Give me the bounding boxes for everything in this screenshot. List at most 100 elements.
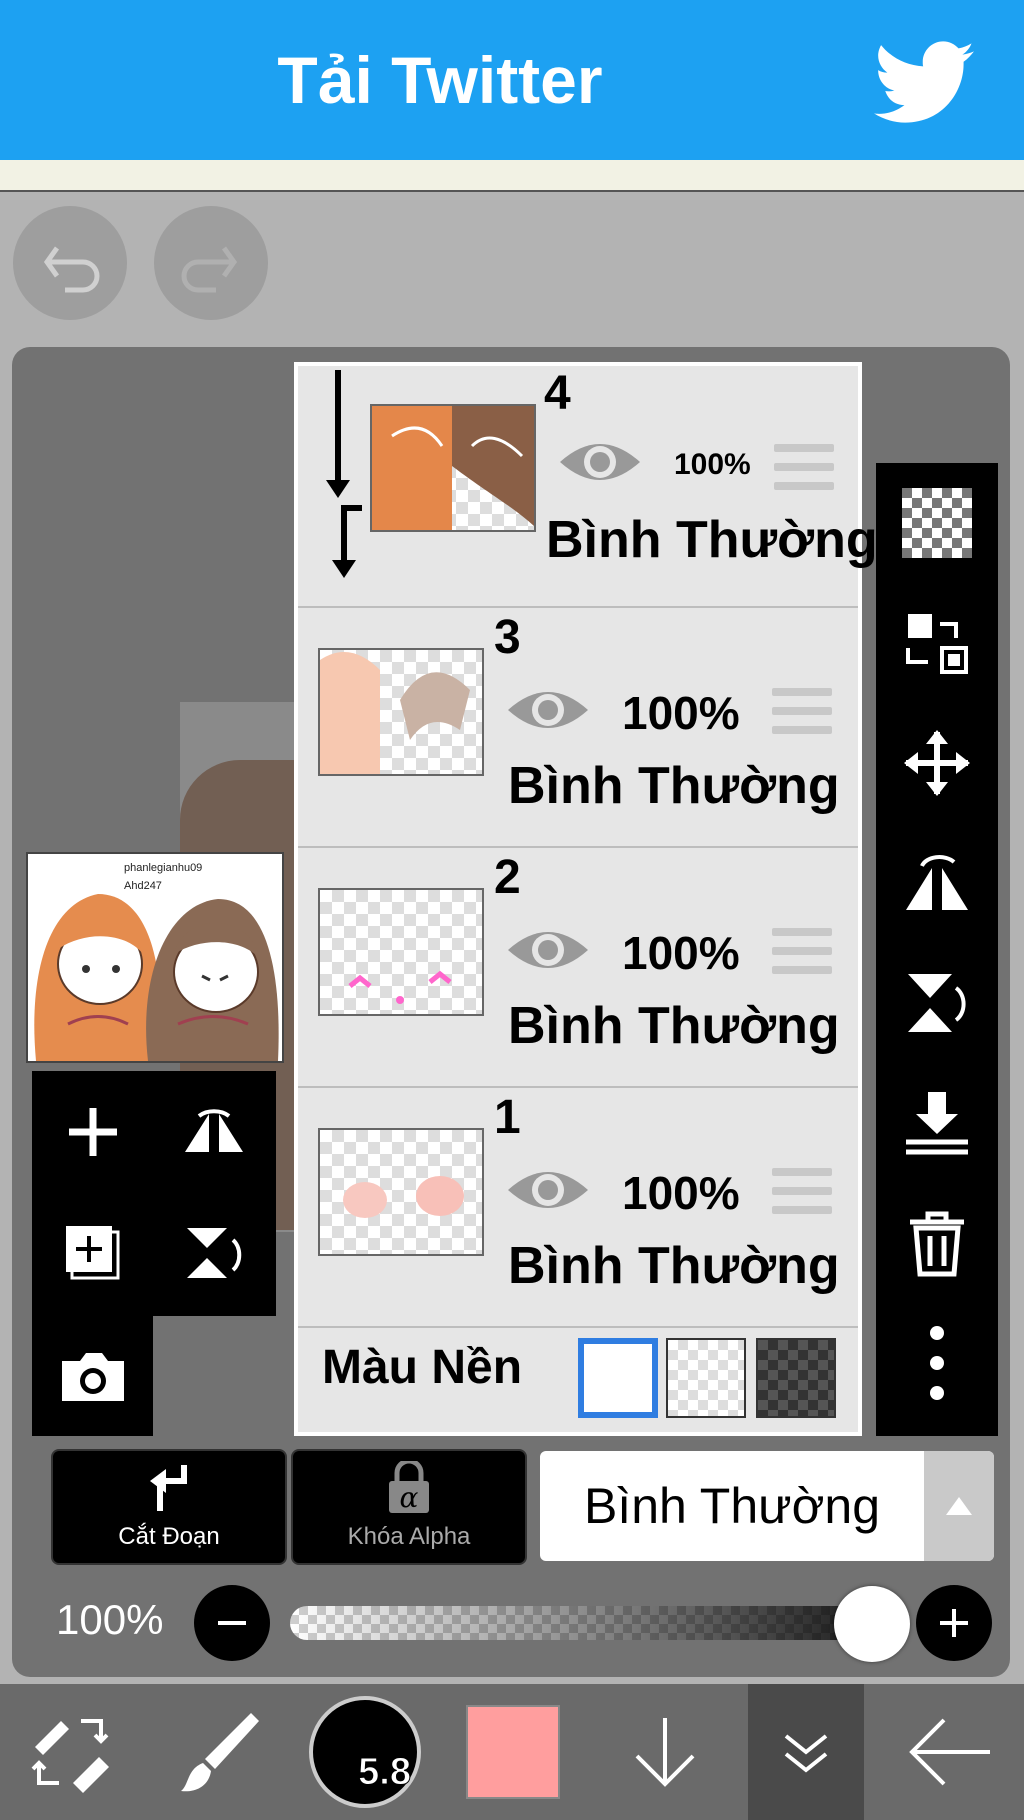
drag-handle-icon[interactable] <box>772 688 832 734</box>
layer-thumbnail[interactable] <box>318 648 484 776</box>
svg-text:α: α <box>400 1481 419 1514</box>
flip-vertical-icon <box>908 974 966 1032</box>
background-color-row: Màu Nền <box>298 1310 858 1432</box>
plus-icon <box>940 1609 968 1637</box>
eye-icon[interactable] <box>506 1162 590 1218</box>
add-layer-button[interactable] <box>32 1071 153 1192</box>
brush-size-button[interactable]: 5.8 <box>300 1684 430 1820</box>
color-button[interactable] <box>448 1684 578 1820</box>
double-chevron-down-icon <box>784 1734 828 1773</box>
duplicate-layer-button[interactable] <box>32 1192 153 1313</box>
checkerboard-icon <box>902 488 972 558</box>
more-options-button[interactable] <box>876 1303 998 1423</box>
clipping-icon <box>150 1465 187 1511</box>
thumbnail-caption: phanlegianhu09 <box>124 862 203 874</box>
layer-actions-panel <box>876 463 998 1436</box>
more-vertical-icon <box>930 1326 944 1400</box>
brush-tool-button[interactable] <box>150 1684 290 1820</box>
camera-icon <box>61 1352 124 1401</box>
layer-down-button[interactable] <box>600 1684 730 1820</box>
layer-row-4[interactable]: 4 100% Bình Thường <box>298 366 878 608</box>
flip-layer-horizontal-button[interactable] <box>876 823 998 943</box>
banner-title[interactable]: Tải Twitter <box>0 0 880 160</box>
layer-thumbnail-image <box>343 1176 464 1218</box>
clipping-label: Cắt Đoạn <box>118 1523 220 1550</box>
move-icon <box>904 730 970 796</box>
layer-tools-panel <box>32 1316 153 1436</box>
blend-mode-value: Bình Thường <box>583 1478 881 1534</box>
transparency-button[interactable] <box>876 463 998 583</box>
opacity-slider-handle[interactable] <box>834 1586 910 1662</box>
brush-size-value: 5.8 <box>358 1751 412 1794</box>
current-color-swatch <box>466 1705 560 1799</box>
trash-icon <box>910 1211 964 1277</box>
flip-horizontal-icon <box>184 1108 243 1152</box>
brush-eraser-swap-icon <box>31 1719 109 1793</box>
drag-handle-icon[interactable] <box>774 444 834 490</box>
twitter-bird-icon <box>874 41 974 123</box>
layer-thumbnail[interactable] <box>370 404 536 532</box>
eye-icon[interactable] <box>558 434 642 490</box>
back-button[interactable] <box>884 1684 1014 1820</box>
layer-number: 2 <box>494 851 521 904</box>
swap-tool-button[interactable] <box>0 1684 140 1820</box>
arrow-down-icon <box>635 1718 695 1787</box>
redo-button[interactable] <box>154 206 268 320</box>
merge-down-button[interactable] <box>876 1063 998 1183</box>
eye-icon[interactable] <box>506 922 590 978</box>
layers-panel: 4 100% Bình Thường 3 100% Bình Thường 2 <box>294 362 878 1436</box>
duplicate-icon <box>65 1225 119 1279</box>
layer-number: 1 <box>494 1091 521 1144</box>
lock-alpha-icon: α <box>389 1461 429 1514</box>
layers-toggle-button[interactable] <box>748 1684 864 1820</box>
bottom-toolbar: 5.8 <box>0 1684 1024 1820</box>
alpha-lock-button[interactable]: α Khóa Alpha <box>291 1449 527 1565</box>
flip-layer-vertical-button[interactable] <box>876 943 998 1063</box>
undo-button[interactable] <box>13 206 127 320</box>
layer-number: 4 <box>544 367 571 420</box>
brush-size-indicator: 5.8 <box>309 1696 421 1808</box>
background-transparent-swatch[interactable] <box>666 1338 746 1418</box>
background-dark-swatch[interactable] <box>756 1338 836 1418</box>
drag-handle-icon[interactable] <box>772 1168 832 1214</box>
clipping-button[interactable]: Cắt Đoạn <box>51 1449 287 1565</box>
chevron-up-icon <box>946 1497 972 1515</box>
flip-horizontal-button[interactable] <box>153 1071 274 1192</box>
swap-layers-button[interactable] <box>876 583 998 703</box>
opacity-decrease-button[interactable] <box>194 1585 270 1661</box>
drag-handle-icon[interactable] <box>772 928 832 974</box>
merge-down-icon <box>906 1092 968 1155</box>
clipping-arrow-icon <box>326 370 362 578</box>
layer-row-2[interactable]: 2 100% Bình Thường <box>298 846 858 1088</box>
layer-blend-mode: Bình Thường <box>546 511 878 569</box>
delete-layer-button[interactable] <box>876 1183 998 1303</box>
blend-mode-dropdown-button[interactable] <box>924 1451 994 1561</box>
flip-vertical-icon <box>186 1227 241 1278</box>
alpha-lock-label: Khóa Alpha <box>347 1523 471 1550</box>
eye-icon[interactable] <box>506 682 590 738</box>
layer-row-3[interactable]: 3 100% Bình Thường <box>298 606 858 848</box>
layer-thumbnail[interactable] <box>318 1128 484 1256</box>
camera-import-button[interactable] <box>32 1316 153 1437</box>
layer-thumbnail-image <box>348 970 452 1004</box>
opacity-slider[interactable] <box>290 1606 910 1640</box>
background-color-label: Màu Nền <box>322 1341 523 1394</box>
thumbnail-caption: Ahd247 <box>124 880 162 892</box>
background-white-swatch[interactable] <box>578 1338 658 1418</box>
layer-blend-mode: Bình Thường <box>508 997 840 1055</box>
layer-number: 3 <box>494 611 521 664</box>
flip-horizontal-icon <box>906 855 968 910</box>
opacity-increase-button[interactable] <box>916 1585 992 1661</box>
layer-thumbnail-image <box>372 406 534 530</box>
blend-mode-select[interactable]: Bình Thường <box>540 1451 994 1561</box>
layer-tools-panel <box>32 1071 276 1316</box>
artwork-thumbnail[interactable]: phanlegianhu09 Ahd247 <box>26 852 284 1063</box>
layer-thumbnail[interactable] <box>318 888 484 1016</box>
layer-blend-mode: Bình Thường <box>508 1237 840 1295</box>
layer-opacity: 100% <box>674 448 751 481</box>
layer-row-1[interactable]: 1 100% Bình Thường <box>298 1086 858 1328</box>
move-button[interactable] <box>876 703 998 823</box>
flip-vertical-button[interactable] <box>153 1192 274 1313</box>
undo-icon <box>43 246 100 293</box>
swap-icon <box>906 614 968 674</box>
